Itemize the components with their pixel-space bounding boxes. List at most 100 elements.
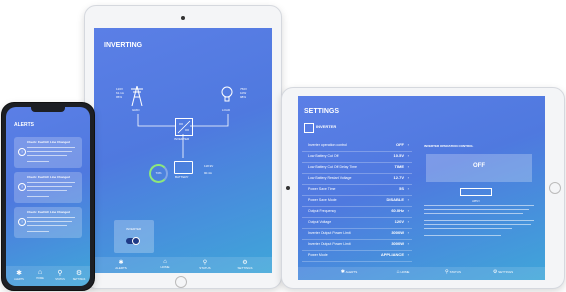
nav-home[interactable]: ⌂ HOME [388, 269, 418, 275]
alert-icon: ✱ [340, 269, 345, 275]
alert-card[interactable]: ! Check: Fuel/AC Line Changed [14, 172, 82, 203]
alert-icon: ✱ [16, 270, 22, 277]
chevron-right-icon: › [407, 208, 409, 213]
text-line [27, 182, 75, 183]
battery-gauge: 73% [149, 164, 168, 183]
settings-screen: SETTINGS INVERTER Inverter operation con… [298, 96, 545, 280]
front-camera [181, 16, 185, 20]
home-button[interactable] [175, 276, 187, 288]
alert-title: Check: Fuel/AC Line Changed [27, 175, 70, 179]
row-label: Power Mode [308, 253, 328, 257]
apply-button[interactable]: APPLY [460, 188, 492, 203]
nav-alerts[interactable]: ✱ ALERTS [334, 269, 364, 275]
inverter-toggle-card: INVERTER [114, 220, 154, 253]
warning-icon: ! [18, 148, 26, 156]
alert-icon: ✱ [118, 260, 124, 266]
text-line [27, 231, 49, 232]
nav-status-label: STATUS [55, 278, 65, 281]
row-value: 3000W [391, 241, 404, 246]
row-value: 10.5V [393, 153, 404, 158]
inverter-toggle[interactable] [126, 237, 140, 245]
battery-values: 118.9V 90.4A [204, 164, 213, 175]
toggle-knob [132, 237, 140, 245]
description-text [424, 202, 534, 239]
nav-status-label: STATUS [199, 266, 211, 270]
text-line [27, 147, 75, 148]
chevron-right-icon: › [407, 175, 409, 180]
row-label: Power Save Mode [308, 198, 337, 202]
chevron-right-icon: › [407, 164, 409, 169]
nav-alerts[interactable]: ✱ ALERTS [106, 259, 136, 270]
text-line [27, 225, 67, 226]
nav-settings[interactable]: ⚙ SETTINGS [230, 259, 260, 270]
bottom-nav: ✱ ALERTS ⌂ HOME ⚲ STATUS ⚙ SETTINGS [6, 266, 90, 286]
warning-icon: ! [18, 183, 26, 191]
alerts-screen: ALERTS ! Check: Fuel/AC Line Changed ! C… [6, 107, 90, 286]
battery-icon [174, 161, 193, 174]
home-button[interactable] [549, 182, 561, 194]
nav-settings-label: SETTINGS [498, 270, 514, 274]
row-label: Inverter Output Power Limit [308, 242, 351, 246]
status-icon: ⚲ [202, 260, 208, 266]
alert-title: Check: Fuel/AC Line Changed [27, 210, 70, 214]
row-label: Low Battery Cut Off [308, 154, 339, 158]
chevron-right-icon: › [407, 153, 409, 158]
nav-settings[interactable]: ⚙ SETTINGS [70, 269, 88, 281]
chevron-right-icon: › [407, 142, 409, 147]
chevron-right-icon: › [407, 219, 409, 224]
bottom-nav: ✱ ALERTS ⌂ HOME ⚲ STATUS ⚙ SETTINGS [298, 267, 545, 280]
nav-settings-label: SETTINGS [72, 278, 86, 281]
row-value: 3000W [391, 230, 404, 235]
front-camera [286, 186, 290, 190]
row-value: 60.0Hz [391, 208, 404, 213]
inverting-screen: INVERTING GRID 120V 61.1A 95% LOAD 750V … [94, 28, 272, 273]
detail-panel: INVERTER OPERATION CONTROL OFF APPLY [420, 140, 540, 265]
nav-alerts[interactable]: ✱ ALERTS [10, 269, 28, 281]
nav-home[interactable]: ⌂ HOME [150, 259, 180, 269]
text-line [27, 190, 67, 191]
chevron-right-icon: › [407, 241, 409, 246]
battery-voltage: 118.9V [204, 164, 214, 168]
row-value: 120V [394, 219, 404, 224]
text-line [27, 221, 72, 222]
nav-status[interactable]: ⚲ STATUS [51, 269, 69, 281]
nav-settings[interactable]: ⚙ SETTINGS [488, 269, 518, 275]
row-value: 5S [399, 186, 404, 191]
center-tablet-frame: INVERTING GRID 120V 61.1A 95% LOAD 750V … [84, 5, 282, 289]
settings-row[interactable]: Power Mode APPLIANCE › [302, 250, 412, 262]
row-label: Low Battery Restart Voltage [308, 176, 352, 180]
text-line [27, 196, 49, 197]
row-value: DISABLE [386, 197, 404, 202]
nav-status[interactable]: ⚲ STATUS [190, 259, 220, 270]
alert-card[interactable]: ! Check: Fuel/AC Line Changed [14, 137, 82, 168]
right-tablet-frame: SETTINGS INVERTER Inverter operation con… [281, 87, 565, 289]
row-label: Inverter Output Power Limit [308, 231, 351, 235]
page-title: ALERTS [14, 122, 34, 128]
warning-icon: ! [18, 218, 26, 226]
nav-status-label: STATUS [449, 270, 461, 274]
nav-status[interactable]: ⚲ STATUS [438, 269, 468, 275]
inverter-label: INVERTER [174, 137, 190, 141]
battery-percent: 73% [155, 171, 162, 175]
nav-alerts-label: ALERTS [345, 270, 358, 274]
row-value: TIME [394, 164, 404, 169]
row-label: Output Voltage [308, 220, 332, 224]
text-line [27, 186, 72, 187]
panel-state: OFF [473, 163, 485, 169]
alert-card[interactable]: ! Check: Fuel/AC Line Changed [14, 207, 82, 238]
text-line [27, 151, 72, 152]
phone-notch [31, 107, 65, 112]
text-line [27, 161, 49, 162]
page-subtitle: INVERTER [316, 124, 337, 129]
row-value: APPLIANCE [380, 252, 404, 257]
text-line [27, 217, 75, 218]
toggle-label: INVERTER [126, 227, 142, 231]
state-card: OFF [426, 154, 532, 182]
page-title: SETTINGS [304, 108, 340, 115]
nav-home-label: HOME [160, 265, 170, 269]
nav-home[interactable]: ⌂ HOME [31, 269, 49, 280]
gear-icon: ⚙ [75, 270, 83, 277]
row-label: Low Battery Cut Off Delay Time [308, 165, 357, 169]
inverter-icon [175, 118, 193, 136]
status-icon: ⚲ [445, 269, 449, 275]
